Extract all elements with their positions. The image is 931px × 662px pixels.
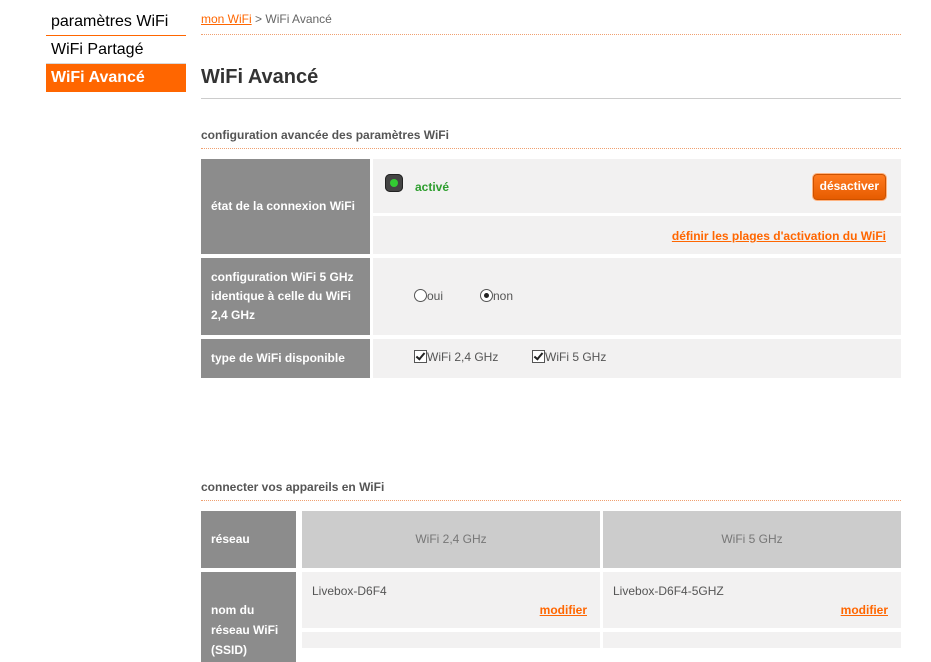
header-band-24: WiFi 2,4 GHz xyxy=(302,511,600,568)
schedule-cell: définir les plages d'activation du WiFi xyxy=(373,216,901,254)
label-identical-config: configuration WiFi 5 GHz identique à cel… xyxy=(201,258,370,335)
page-title: WiFi Avancé xyxy=(201,66,901,99)
row-24-next-cell xyxy=(302,632,600,648)
connection-state-cell: activé désactiver xyxy=(373,159,901,213)
status-indicator-icon xyxy=(385,174,403,192)
label-ssid-text: nom du réseau WiFi (SSID) xyxy=(211,603,279,657)
ssid-5-value: Livebox-D6F4-5GHZ xyxy=(613,584,724,598)
ssid-24-value: Livebox-D6F4 xyxy=(312,584,387,598)
row-5-next-cell xyxy=(603,632,901,648)
label-wifi-type: type de WiFi disponible xyxy=(201,339,370,378)
option-non[interactable]: non xyxy=(480,289,513,303)
breadcrumb-link-mon-wifi[interactable]: mon WiFi xyxy=(201,12,252,26)
label-wifi-type-text: type de WiFi disponible xyxy=(211,351,345,365)
ssid-5-cell: Livebox-D6F4-5GHZ modifier xyxy=(603,572,901,628)
checkbox-wifi-5-label: WiFi 5 GHz xyxy=(545,350,607,364)
option-oui[interactable]: oui xyxy=(414,289,443,303)
wifi-type-cell: WiFi 2,4 GHz WiFi 5 GHz xyxy=(373,339,901,378)
schedule-link[interactable]: définir les plages d'activation du WiFi xyxy=(672,229,886,243)
sidebar-item-parametres-wifi[interactable]: paramètres WiFi xyxy=(46,8,186,36)
checkbox-wifi-24-label: WiFi 2,4 GHz xyxy=(427,350,499,364)
deactivate-button[interactable]: désactiver xyxy=(812,174,886,200)
label-network-text: réseau xyxy=(211,532,250,546)
ssid-24-cell: Livebox-D6F4 modifier xyxy=(302,572,600,628)
checkbox-wifi-24[interactable] xyxy=(414,350,427,363)
breadcrumb: mon WiFi > WiFi Avancé xyxy=(201,12,901,35)
modify-ssid-5-link[interactable]: modifier xyxy=(841,603,888,617)
option-wifi-5[interactable]: WiFi 5 GHz xyxy=(532,350,606,364)
connection-status: activé xyxy=(415,180,450,194)
label-ssid: nom du réseau WiFi (SSID) xyxy=(201,572,296,662)
radio-non[interactable] xyxy=(480,289,493,302)
label-connection-state-text: état de la connexion WiFi xyxy=(211,199,355,213)
section-title-config: configuration avancée des paramètres WiF… xyxy=(201,128,901,149)
label-connection-state: état de la connexion WiFi xyxy=(201,159,370,254)
section-title-connect: connecter vos appareils en WiFi xyxy=(201,480,901,501)
header-band-5: WiFi 5 GHz xyxy=(603,511,901,568)
breadcrumb-current: WiFi Avancé xyxy=(265,12,332,26)
sidebar: paramètres WiFi WiFi Partagé WiFi Avancé xyxy=(46,8,186,92)
radio-oui-label: oui xyxy=(427,289,444,303)
breadcrumb-separator: > xyxy=(255,12,263,26)
radio-non-label: non xyxy=(493,289,514,303)
sidebar-item-wifi-avance[interactable]: WiFi Avancé xyxy=(46,64,186,92)
label-identical-config-text: configuration WiFi 5 GHz identique à cel… xyxy=(211,270,354,322)
identical-config-cell: oui non xyxy=(373,258,901,335)
sidebar-item-wifi-partage[interactable]: WiFi Partagé xyxy=(46,36,186,64)
modify-ssid-24-link[interactable]: modifier xyxy=(540,603,587,617)
option-wifi-24[interactable]: WiFi 2,4 GHz xyxy=(414,350,498,364)
radio-oui[interactable] xyxy=(414,289,427,302)
checkbox-wifi-5[interactable] xyxy=(532,350,545,363)
label-network: réseau xyxy=(201,511,296,568)
